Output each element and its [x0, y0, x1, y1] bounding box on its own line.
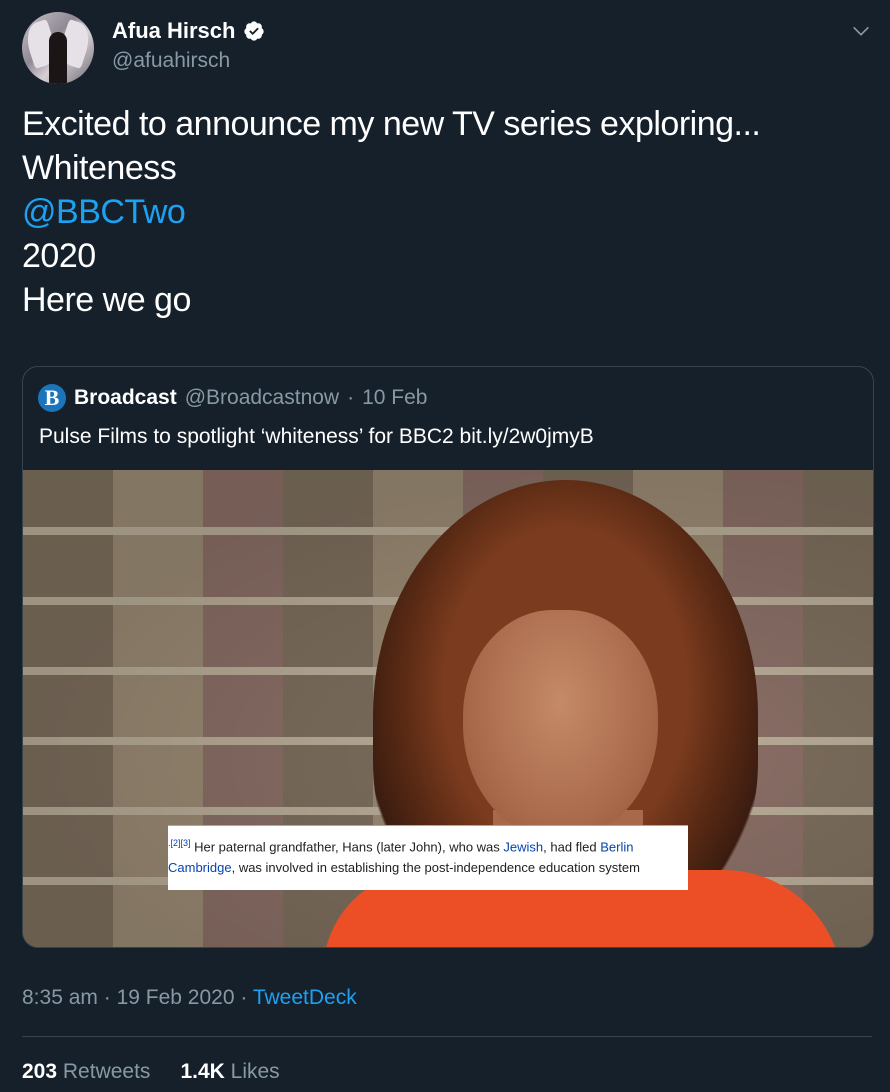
wiki-citation: .[2][3] — [168, 838, 191, 848]
tweet-stats: 203 Retweets 1.4K Likes — [22, 1060, 280, 1084]
avatar[interactable] — [22, 12, 94, 84]
retweets-stat[interactable]: 203 Retweets — [22, 1060, 150, 1084]
author-display-name[interactable]: Afua Hirsch — [112, 18, 235, 44]
broadcast-logo-icon: B — [38, 384, 66, 412]
tweet-line: 2020 — [22, 237, 96, 275]
tweet-line: Here we go — [22, 281, 191, 319]
retweets-count: 203 — [22, 1060, 58, 1083]
tweet-meta: 8:35 am · 19 Feb 2020 · TweetDeck — [22, 986, 357, 1010]
photo-face — [463, 610, 658, 840]
tweet-line: Excited to announce my new TV series exp… — [22, 105, 761, 143]
wiki-line-2: Cambridge, was involved in establishing … — [168, 860, 640, 875]
quoted-text: Pulse Films to spotlight ‘whiteness’ for… — [39, 425, 594, 448]
author-name-row[interactable]: Afua Hirsch — [112, 18, 265, 44]
chevron-down-icon[interactable] — [850, 20, 872, 42]
author-handle[interactable]: @afuahirsch — [112, 49, 230, 73]
tweet-line: Whiteness — [22, 149, 177, 187]
wiki-link-cambridge: Cambridge — [168, 860, 232, 875]
divider — [22, 1036, 872, 1037]
avatar-person — [49, 32, 67, 84]
wiki-line-1: .[2][3] Her paternal grandfather, Hans (… — [168, 838, 634, 854]
likes-count: 1.4K — [180, 1060, 225, 1083]
meta-separator: · — [103, 986, 111, 1009]
quoted-photo[interactable]: .[2][3] Her paternal grandfather, Hans (… — [23, 470, 873, 947]
tweet-date[interactable]: 19 Feb 2020 — [117, 986, 235, 1009]
quoted-header: B Broadcast @Broadcastnow · 10 Feb — [38, 384, 428, 412]
quoted-date: 10 Feb — [362, 386, 428, 409]
wiki-link-jewish: Jewish — [503, 839, 544, 855]
tweet-time[interactable]: 8:35 am — [22, 986, 98, 1009]
likes-stat[interactable]: 1.4K Likes — [180, 1060, 279, 1084]
quoted-display-name: Broadcast — [74, 386, 177, 409]
wiki-link-berlin: Berlin — [600, 839, 634, 855]
wiki-text: , was involved in establishing the post-… — [231, 860, 640, 875]
tweet-source-link[interactable]: TweetDeck — [253, 986, 357, 1009]
retweets-label: Retweets — [62, 1060, 151, 1083]
quoted-handle: @Broadcastnow — [184, 386, 340, 409]
mention-link[interactable]: @BBCTwo — [22, 190, 760, 234]
quoted-tweet-card[interactable]: B Broadcast @Broadcastnow · 10 Feb Pulse… — [22, 366, 874, 948]
tweet-text: Excited to announce my new TV series exp… — [22, 102, 761, 322]
wiki-text: , had fled — [543, 839, 601, 855]
likes-label: Likes — [230, 1060, 280, 1083]
wikipedia-snippet-overlay: .[2][3] Her paternal grandfather, Hans (… — [168, 825, 688, 890]
quoted-separator: · — [347, 386, 355, 409]
meta-separator: · — [240, 986, 248, 1009]
wiki-text: Her paternal grandfather, Hans (later Jo… — [190, 839, 504, 855]
verified-badge-icon — [244, 21, 265, 41]
